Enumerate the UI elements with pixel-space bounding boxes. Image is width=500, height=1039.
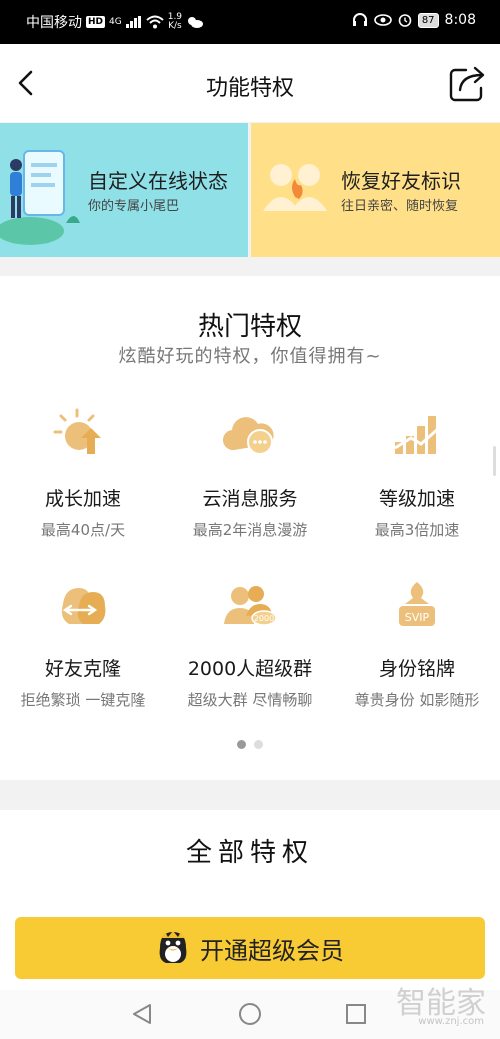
sun-arrow-icon: [53, 408, 101, 454]
feature-cloud-message[interactable]: 云消息服务 最高2年消息漫游: [167, 406, 333, 540]
svip-badge-icon: SVIP: [399, 582, 435, 626]
penguin-clone-icon: [61, 588, 106, 624]
group-badge-text: 2000: [254, 614, 274, 623]
wifi-icon: [146, 15, 164, 29]
feature-friend-clone[interactable]: 好友克隆 拒绝繁琐 一键克隆: [0, 576, 166, 710]
feature-name: 等级加速: [378, 488, 455, 510]
watermark-url: www.znj.com: [418, 1016, 484, 1027]
feature-desc: 最高2年消息漫游: [192, 521, 308, 539]
pager-dot-active[interactable]: [237, 740, 246, 749]
network-label: 4G: [109, 16, 122, 27]
feature-identity-badge[interactable]: SVIP 身份铭牌 尊贵身份 如影随形: [334, 576, 500, 710]
net-speed: 1.9 K/s: [168, 13, 182, 31]
open-svip-button[interactable]: 开通超级会员: [15, 917, 485, 979]
weather-icon: [188, 17, 204, 28]
penguin-icon: [159, 931, 187, 963]
group-2000-icon: 2000: [224, 586, 277, 626]
friend-badge-illustration: [263, 164, 327, 211]
clock: 8:08: [444, 12, 476, 28]
section-title: 热门特权: [197, 312, 302, 342]
feature-name: 好友克隆: [44, 658, 121, 680]
status-bar: 中国移动 HD 4G 1.9 K/s 87 8:08: [0, 0, 500, 44]
pager-dots[interactable]: [0, 740, 500, 749]
pager-dot[interactable]: [254, 740, 263, 749]
feature-growth-boost[interactable]: 成长加速 最高40点/天: [0, 406, 166, 540]
alarm-icon: [398, 14, 412, 27]
recents-square-icon[interactable]: [344, 1002, 368, 1026]
feature-desc: 最高40点/天: [40, 521, 126, 539]
feature-desc: 尊贵身份 如影随形: [354, 691, 480, 709]
status-illustration: [0, 150, 80, 245]
banner-restore-friend[interactable]: 恢复好友标识 往日亲密、随时恢复: [251, 123, 500, 257]
feature-desc: 拒绝繁琐 一键克隆: [20, 691, 146, 709]
share-icon[interactable]: [446, 62, 488, 104]
section-subtitle: 炫酷好玩的特权，你值得拥有~: [118, 346, 382, 367]
feature-desc: 最高3倍加速: [374, 521, 460, 539]
title-bar: 功能特权: [0, 44, 500, 122]
svip-label: SVIP: [405, 611, 430, 624]
home-circle-icon[interactable]: [238, 1002, 262, 1026]
feature-desc: 超级大群 尽情畅聊: [187, 691, 313, 709]
banner-custom-status[interactable]: 自定义在线状态 你的专属小尾巴: [0, 123, 248, 257]
back-triangle-icon[interactable]: [130, 1002, 154, 1026]
cloud-message-icon: [222, 417, 274, 455]
net-speed-unit: K/s: [168, 21, 182, 31]
banner-title: 恢复好友标识: [341, 169, 461, 193]
battery-indicator: 87: [417, 12, 439, 28]
cta-label: 开通超级会员: [200, 936, 344, 965]
signal-icon: [125, 16, 141, 28]
feature-super-group[interactable]: 2000 2000人超级群 超级大群 尽情畅聊: [167, 576, 333, 710]
hot-privileges-section: 热门特权 炫酷好玩的特权，你值得拥有~ 成长加速 最高40点/天 云消息服务 最…: [0, 276, 500, 780]
feature-name: 身份铭牌: [378, 658, 455, 680]
feature-name: 云消息服务: [202, 488, 298, 510]
banner-subtitle: 往日亲密、随时恢复: [341, 199, 459, 214]
banner-title: 自定义在线状态: [88, 169, 228, 193]
eye-icon: [374, 14, 392, 26]
page-title: 功能特权: [205, 76, 294, 101]
feature-name: 成长加速: [44, 488, 121, 510]
hd-badge: HD: [86, 16, 106, 28]
section-title: 全部特权: [185, 838, 314, 868]
feature-name: 2000人超级群: [187, 658, 313, 680]
feature-level-boost[interactable]: 等级加速 最高3倍加速: [334, 406, 500, 540]
carrier-label: 中国移动: [26, 15, 82, 31]
bar-chart-icon: [394, 416, 440, 454]
headphone-icon: [352, 13, 367, 26]
banner-subtitle: 你的专属小尾巴: [88, 199, 180, 214]
